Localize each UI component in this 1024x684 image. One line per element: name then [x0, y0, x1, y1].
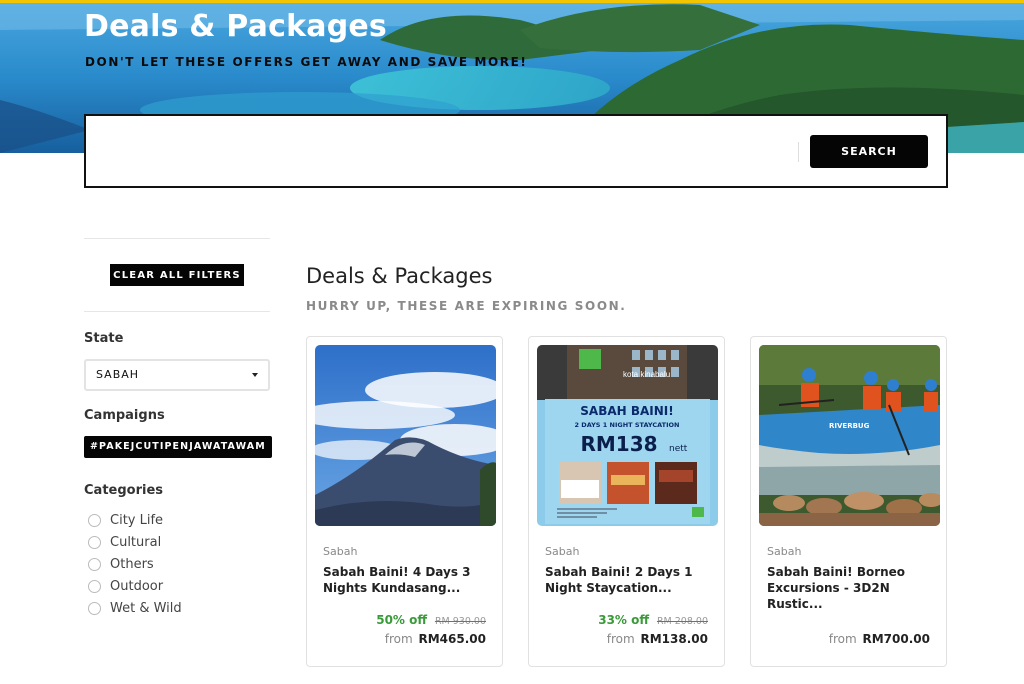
clear-filters-button[interactable]: CLEAR ALL FILTERS — [110, 264, 244, 286]
deal-price: from RM465.00 — [385, 632, 486, 646]
image-hotel-text: kota kinabalu — [623, 370, 670, 379]
section-title: Deals & Packages — [306, 264, 493, 288]
accent-bar — [0, 0, 1024, 3]
discount-percent: 33% off — [598, 613, 650, 627]
divider — [84, 311, 270, 312]
deal-card[interactable]: RIVERBUG Sabah Sabah Baini! Borneo Excur… — [750, 336, 947, 667]
deal-discount: 33% off RM 208.00 — [598, 613, 708, 627]
radio-button[interactable] — [88, 513, 101, 527]
deal-card[interactable]: Sabah Sabah Baini! 4 Days 3 Nights Kunda… — [306, 336, 503, 667]
radio-button[interactable] — [88, 601, 101, 615]
deal-title[interactable]: Sabah Baini! 2 Days 1 Night Staycation..… — [545, 564, 715, 596]
discount-percent: 50% off — [376, 613, 428, 627]
original-price: RM 930.00 — [434, 616, 486, 627]
image-price-text: RM138 — [580, 432, 657, 456]
price-from-label: from — [828, 632, 857, 646]
category-option-city-life[interactable]: City Life — [88, 511, 163, 529]
deal-card[interactable]: kota kinabalu SABAH BAINI! 2 DAYS 1 NIGH… — [528, 336, 725, 667]
search-divider — [798, 142, 799, 162]
category-label: City Life — [110, 512, 164, 528]
category-label: Outdoor — [110, 578, 164, 594]
image-raft-text: RIVERBUG — [829, 422, 870, 430]
category-option-cultural[interactable]: Cultural — [88, 533, 161, 551]
image-tagline-text: 2 DAYS 1 NIGHT STAYCATION — [575, 421, 680, 429]
deal-price: from RM138.00 — [607, 632, 708, 646]
category-label: Others — [110, 556, 154, 572]
hero-title: Deals & Packages — [84, 9, 387, 44]
deal-image-rafting[interactable]: RIVERBUG — [759, 345, 940, 526]
image-headline-text: SABAH BAINI! — [580, 404, 673, 418]
category-label: Cultural — [110, 534, 162, 550]
category-option-others[interactable]: Others — [88, 555, 154, 573]
search-button[interactable]: SEARCH — [810, 135, 928, 168]
campaign-tag[interactable]: #PAKEJCUTIPENJAWATAWAM — [84, 436, 272, 458]
category-option-outdoor[interactable]: Outdoor — [88, 577, 163, 595]
image-price-suffix: nett — [669, 444, 688, 454]
deal-title[interactable]: Sabah Baini! Borneo Excursions - 3D2N Ru… — [767, 564, 937, 612]
deal-title[interactable]: Sabah Baini! 4 Days 3 Nights Kundasang..… — [323, 564, 493, 596]
hero-subtitle: DON'T LET THESE OFFERS GET AWAY AND SAVE… — [85, 55, 528, 69]
deal-state: Sabah — [545, 545, 580, 558]
radio-button[interactable] — [88, 557, 101, 571]
search-bar: SEARCH — [84, 114, 948, 188]
price-value: RM700.00 — [862, 632, 931, 646]
deal-image-mountain[interactable] — [315, 345, 496, 526]
price-from-label: from — [384, 632, 413, 646]
state-label: State — [84, 331, 124, 346]
price-value: RM138.00 — [640, 632, 709, 646]
section-subtitle: HURRY UP, THESE ARE EXPIRING SOON. — [306, 299, 627, 313]
caret-down-icon — [252, 373, 258, 377]
deal-discount: 50% off RM 930.00 — [376, 613, 486, 627]
deal-price: from RM700.00 — [829, 632, 930, 646]
deal-image-staycation[interactable]: kota kinabalu SABAH BAINI! 2 DAYS 1 NIGH… — [537, 345, 718, 526]
radio-button[interactable] — [88, 579, 101, 593]
divider — [84, 238, 270, 239]
state-select[interactable]: SABAH — [84, 359, 270, 391]
categories-label: Categories — [84, 483, 164, 498]
original-price: RM 208.00 — [656, 616, 708, 627]
price-from-label: from — [606, 632, 635, 646]
price-value: RM465.00 — [418, 632, 487, 646]
search-input[interactable] — [96, 134, 796, 170]
state-selected-value: SABAH — [96, 368, 140, 381]
deal-state: Sabah — [767, 545, 802, 558]
category-option-wet-wild[interactable]: Wet & Wild — [88, 599, 182, 617]
radio-button[interactable] — [88, 535, 101, 549]
deal-state: Sabah — [323, 545, 358, 558]
campaigns-label: Campaigns — [84, 408, 165, 423]
category-label: Wet & Wild — [110, 600, 182, 616]
